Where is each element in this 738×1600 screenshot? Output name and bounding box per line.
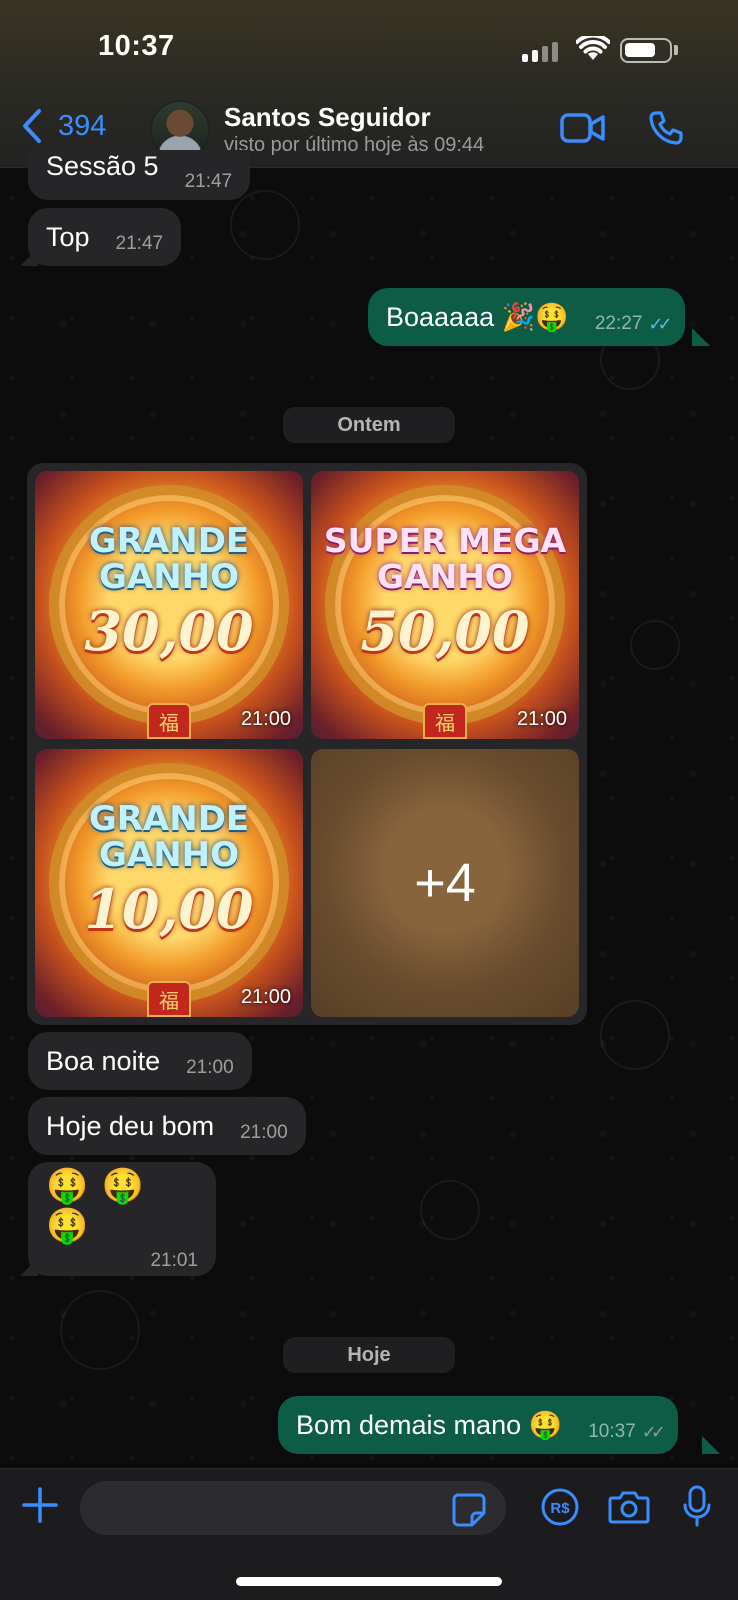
tile-stamp: 福 — [147, 981, 191, 1017]
back-button[interactable]: 394 — [20, 108, 106, 144]
phone-call-icon[interactable] — [648, 110, 684, 146]
photo-time: 21:00 — [240, 708, 291, 730]
wallpaper-doodle — [600, 1000, 670, 1070]
tile-headline: SUPER MEGA GANHO — [323, 521, 567, 596]
album-photo[interactable]: GRANDE GANHO 10,00 福 21:00 — [35, 749, 303, 1017]
message-incoming[interactable]: Sessão 5 21:47 — [28, 150, 251, 200]
battery-cap — [674, 45, 678, 55]
date-separator: Hoje — [283, 1337, 455, 1373]
cellular-signal-icon — [522, 40, 562, 62]
battery-icon — [620, 38, 672, 63]
message-outgoing[interactable]: Bom demais mano 🤑 10:37 ✓✓ — [278, 1396, 678, 1454]
message-text: Hoje deu bom — [46, 1110, 215, 1141]
message-time: 21:01 — [150, 1250, 198, 1271]
tile-amount: 10,00 — [84, 877, 254, 941]
plus-icon[interactable] — [22, 1485, 58, 1525]
message-incoming[interactable]: Top 21:47 — [28, 208, 182, 266]
unread-count: 394 — [58, 109, 107, 142]
tile-headline: GRANDE GANHO — [88, 521, 250, 597]
status-time: 10:37 — [98, 30, 175, 62]
media-album[interactable]: GRANDE GANHO 30,00 福 21:00 SUPER MEGA GA… — [27, 463, 587, 1025]
message-input[interactable] — [80, 1481, 506, 1535]
message-text: Boa noite — [46, 1045, 161, 1076]
message-text: Top — [46, 221, 90, 252]
album-photo[interactable]: SUPER MEGA GANHO 50,00 福 21:00 — [311, 471, 579, 739]
last-seen-status: visto por último hoje às 09:44 — [224, 134, 485, 156]
date-separator: Ontem — [283, 407, 455, 443]
message-time: 21:00 — [186, 1057, 234, 1078]
chevron-left-icon — [23, 109, 41, 143]
album-more-photos[interactable]: +4 — [311, 749, 579, 1017]
camera-icon[interactable] — [608, 1489, 650, 1525]
payment-icon[interactable]: R$ — [540, 1487, 580, 1527]
message-incoming[interactable]: 🤑 🤑 🤑 21:01 — [28, 1162, 216, 1276]
microphone-icon[interactable] — [682, 1485, 712, 1527]
tile-headline: GRANDE GANHO — [88, 799, 250, 875]
wallpaper-doodle — [230, 190, 300, 260]
svg-text:R$: R$ — [550, 1500, 570, 1517]
home-indicator[interactable] — [236, 1577, 502, 1586]
video-call-icon[interactable] — [560, 112, 606, 144]
message-incoming[interactable]: Hoje deu bom 21:00 — [28, 1097, 306, 1155]
message-incoming[interactable]: Boa noite 21:00 — [28, 1032, 252, 1090]
tile-stamp: 福 — [423, 703, 467, 739]
tile-amount: 30,00 — [84, 599, 254, 663]
message-time: 21:47 — [115, 233, 164, 254]
message-time: 22:27 — [594, 313, 643, 334]
wifi-icon — [576, 36, 610, 60]
tile-stamp: 福 — [147, 703, 191, 739]
wallpaper-doodle — [630, 620, 680, 670]
message-time: 21:00 — [240, 1122, 288, 1143]
wallpaper-doodle — [420, 1180, 480, 1240]
message-text: Boaaaaa 🎉🤑 — [386, 302, 569, 332]
photo-time: 21:00 — [240, 986, 291, 1008]
chat-header: 10:37 394 Santos Seguidor visto por últi… — [0, 0, 738, 168]
message-time: 10:37 — [588, 1421, 636, 1442]
photo-time: 21:00 — [516, 708, 567, 730]
read-receipt-icon: ✓✓ — [648, 313, 672, 334]
message-text: Sessão 5 — [46, 150, 159, 181]
tile-amount: 50,00 — [360, 599, 530, 663]
delivered-receipt-icon: ✓✓ — [641, 1421, 666, 1442]
wallpaper-doodle — [60, 1290, 140, 1370]
contact-name[interactable]: Santos Seguidor — [224, 102, 431, 133]
message-time: 21:47 — [184, 171, 233, 192]
sticker-icon[interactable] — [452, 1493, 486, 1527]
message-outgoing[interactable]: Boaaaaa 🎉🤑 22:27 ✓✓ — [368, 288, 685, 346]
message-text: 🤑 🤑 🤑 — [46, 1167, 147, 1245]
message-text: Bom demais mano 🤑 — [296, 1410, 563, 1440]
album-photo[interactable]: GRANDE GANHO 30,00 福 21:00 — [35, 471, 303, 739]
more-photos-count: +4 — [414, 853, 476, 913]
